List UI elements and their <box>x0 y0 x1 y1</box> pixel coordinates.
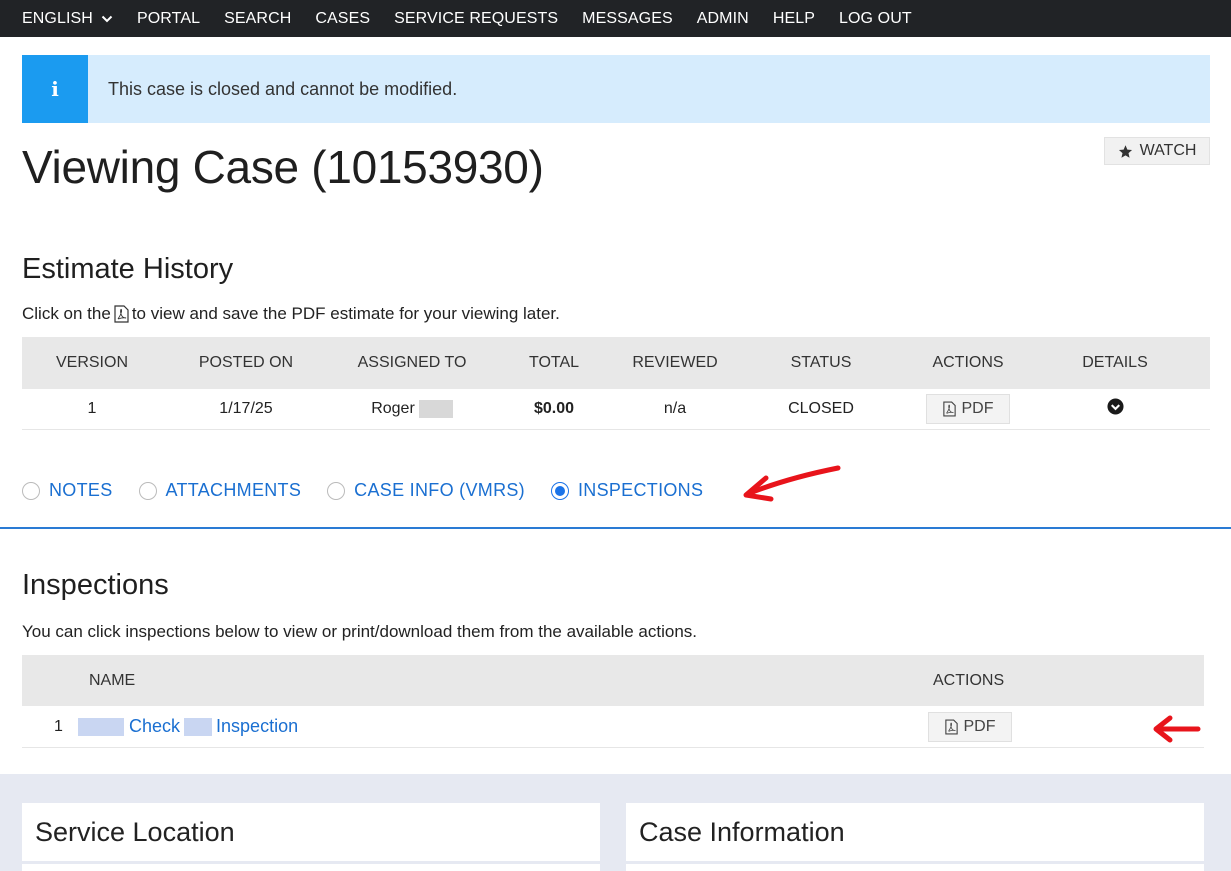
estimate-history-title: Estimate History <box>22 253 234 285</box>
redacted-block <box>418 399 453 418</box>
col-status: STATUS <box>790 354 852 371</box>
cell-index: 1 <box>54 717 63 735</box>
cell-posted-on: 1/17/25 <box>219 400 273 417</box>
case-information-title: Case Information <box>639 817 845 847</box>
estimate-history-table: VERSION POSTED ON ASSIGNED TO TOTAL REVI… <box>22 337 1210 430</box>
pdf-label: PDF <box>963 717 996 735</box>
annotation-arrow-icon <box>1153 715 1201 743</box>
inspections-help-text: You can click inspections below to view … <box>22 622 698 641</box>
redacted-block <box>78 717 124 736</box>
nav-log-out[interactable]: LOG OUT <box>839 10 912 28</box>
inspection-name-part2: Inspection <box>216 716 299 736</box>
nav-help[interactable]: HELP <box>773 10 815 28</box>
tab-notes-label: NOTES <box>49 480 113 500</box>
watch-button[interactable]: WATCH <box>1104 137 1210 165</box>
cell-actions: PDF <box>906 394 1030 424</box>
nav-search[interactable]: SEARCH <box>224 10 291 28</box>
estimate-pdf-button[interactable]: PDF <box>926 394 1010 424</box>
nav-messages[interactable]: MESSAGES <box>582 10 673 28</box>
case-tabs: NOTES ATTACHMENTS CASE INFO (VMRS) INSPE… <box>22 480 729 501</box>
col-assigned-to: ASSIGNED TO <box>357 354 467 371</box>
col-details: DETAILS <box>1082 354 1148 371</box>
alert-message: This case is closed and cannot be modifi… <box>108 78 458 99</box>
radio-inspections[interactable] <box>550 481 569 500</box>
estimate-help-after: to view and save the PDF estimate for yo… <box>131 304 560 323</box>
nav-cases[interactable]: CASES <box>315 10 370 28</box>
panel-divider <box>626 861 1204 864</box>
inspections-table: NAME ACTIONS 1 Check Inspection PDF <box>22 655 1204 748</box>
page-title: Viewing Case (10153930) <box>22 141 544 193</box>
pdf-file-icon <box>944 719 958 734</box>
star-icon <box>1118 144 1132 158</box>
nav-portal[interactable]: PORTAL <box>137 10 200 28</box>
tab-divider <box>0 527 1231 529</box>
tab-notes[interactable]: NOTES <box>22 480 113 501</box>
col-total: TOTAL <box>528 354 580 371</box>
watch-label: WATCH <box>1139 142 1197 159</box>
table-header: VERSION POSTED ON ASSIGNED TO TOTAL REVI… <box>22 337 1210 389</box>
inspection-name-part1: Check <box>129 716 181 736</box>
closed-case-alert: i This case is closed and cannot be modi… <box>22 55 1210 123</box>
tab-attachments-label: ATTACHMENTS <box>165 480 302 500</box>
chevron-down-icon <box>101 15 113 22</box>
pdf-file-icon <box>114 305 129 323</box>
col-actions: ACTIONS <box>933 671 1005 689</box>
nav-language-label: ENGLISH <box>22 9 93 27</box>
panel-divider <box>22 861 600 864</box>
cell-name: Check Inspection <box>78 716 928 737</box>
cell-status: CLOSED <box>788 400 854 417</box>
radio-attachments[interactable] <box>138 481 157 500</box>
cell-assigned-to: Roger <box>330 399 494 418</box>
service-location-title: Service Location <box>35 817 235 847</box>
col-posted-on: POSTED ON <box>198 354 294 371</box>
tab-case-info[interactable]: CASE INFO (VMRS) <box>327 480 525 501</box>
table-header: NAME ACTIONS <box>22 655 1204 706</box>
cell-actions: PDF <box>928 711 1128 742</box>
nav-admin[interactable]: ADMIN <box>697 10 749 28</box>
case-information-panel: Case Information <box>626 803 1204 871</box>
annotation-arrow-icon <box>743 465 841 502</box>
table-row: 1 1/17/25 Roger $0.00 n/a CLOSED PDF <box>22 389 1210 430</box>
cell-total: $0.00 <box>533 400 575 417</box>
estimate-help-text: Click on the to view and save the PDF es… <box>22 304 560 324</box>
cell-details <box>1030 398 1200 420</box>
pdf-file-icon <box>942 401 956 417</box>
col-version: VERSION <box>55 354 128 371</box>
nav-service-requests[interactable]: SERVICE REQUESTS <box>394 10 558 28</box>
cell-version: 1 <box>87 400 97 417</box>
tab-inspections[interactable]: INSPECTIONS <box>550 480 704 501</box>
nav-language[interactable]: ENGLISH <box>22 10 113 28</box>
table-row: 1 Check Inspection PDF <box>22 706 1204 748</box>
chevron-circle-down-icon[interactable] <box>1106 398 1124 415</box>
tab-attachments[interactable]: ATTACHMENTS <box>138 480 302 501</box>
service-location-panel: Service Location <box>22 803 600 871</box>
redacted-block <box>184 717 213 736</box>
col-name: NAME <box>89 671 136 689</box>
assigned-name: Roger <box>371 400 415 418</box>
inspection-pdf-button[interactable]: PDF <box>928 711 1012 742</box>
estimate-help-before: Click on the <box>22 304 111 323</box>
inspections-title: Inspections <box>22 569 169 601</box>
col-reviewed: REVIEWED <box>632 354 718 371</box>
inspection-link[interactable]: Check Inspection <box>78 716 928 737</box>
radio-case-info[interactable] <box>327 481 346 500</box>
col-actions: ACTIONS <box>932 354 1004 371</box>
top-navigation: ENGLISH PORTAL SEARCH CASES SERVICE REQU… <box>0 0 1231 37</box>
pdf-label: PDF <box>961 400 994 417</box>
tab-case-info-label: CASE INFO (VMRS) <box>354 480 525 500</box>
cell-reviewed: n/a <box>663 400 687 417</box>
tab-inspections-label: INSPECTIONS <box>577 480 704 500</box>
radio-notes[interactable] <box>22 481 40 500</box>
info-icon: i <box>22 55 88 123</box>
